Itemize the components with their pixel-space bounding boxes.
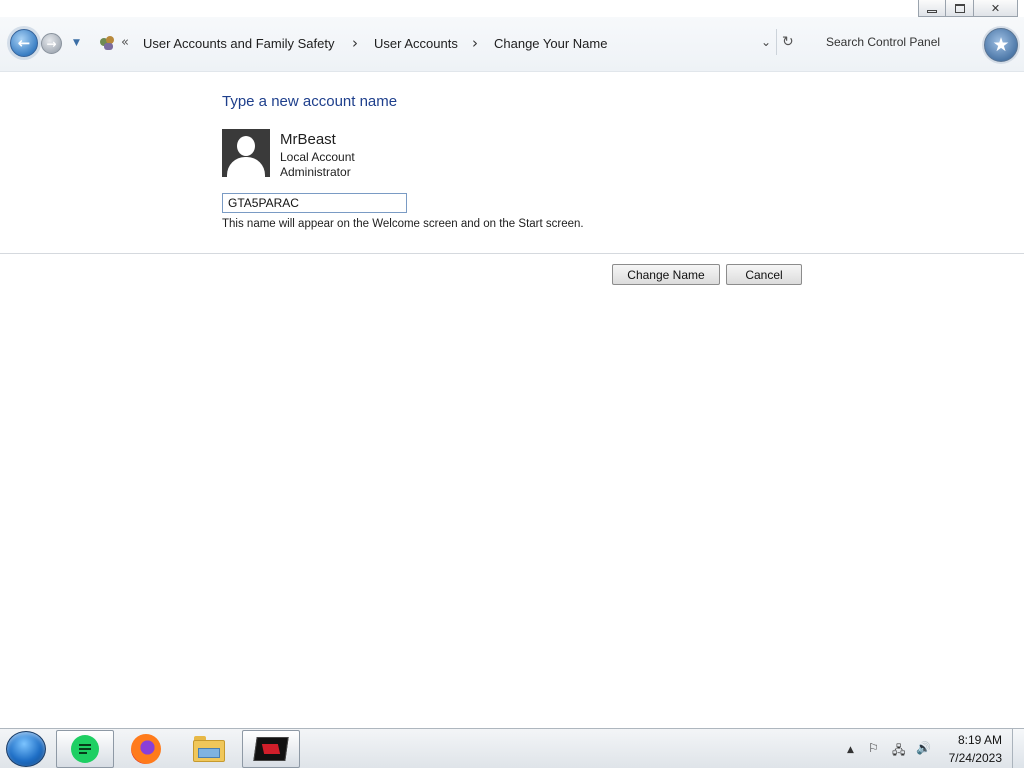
minimize-icon: [927, 9, 937, 13]
breadcrumb-user-accounts-and-family-safety[interactable]: User Accounts and Family Safety: [143, 36, 334, 51]
minimize-button[interactable]: [918, 0, 946, 17]
name-hint-text: This name will appear on the Welcome scr…: [222, 218, 584, 230]
notes-app-icon: [71, 735, 99, 763]
search-input[interactable]: [818, 29, 978, 55]
folder-icon: [193, 736, 225, 762]
new-account-name-input[interactable]: [222, 193, 407, 213]
game-app-icon: [253, 737, 289, 761]
network-icon[interactable]: 🖧: [892, 741, 905, 762]
search-button[interactable]: ★: [984, 28, 1018, 62]
recent-pages-button[interactable]: ▼: [73, 38, 80, 48]
clock-date[interactable]: 7/24/2023: [949, 751, 1002, 765]
change-name-button[interactable]: Change Name: [612, 264, 720, 285]
forward-arrow-icon: →: [46, 36, 57, 51]
account-type: Local Account: [280, 150, 355, 164]
address-dropdown-icon[interactable]: ⌄: [761, 35, 771, 49]
taskbar-notes-app[interactable]: [56, 730, 114, 768]
action-center-flag-icon[interactable]: ⚐: [868, 741, 879, 755]
navigation-bar: ← → ▼ « User Accounts and Family Safety …: [0, 17, 1024, 72]
show-desktop-button[interactable]: [1012, 729, 1024, 768]
show-hidden-icons-icon[interactable]: ▲: [847, 745, 854, 755]
restore-button[interactable]: [946, 0, 974, 17]
back-arrow-icon: ←: [17, 34, 31, 52]
taskbar-game-app[interactable]: [242, 730, 300, 768]
breadcrumb-separator-icon[interactable]: ›: [472, 34, 478, 52]
back-button[interactable]: ←: [10, 29, 38, 57]
start-button[interactable]: [6, 731, 46, 767]
user-silhouette-icon: [222, 129, 270, 177]
clock-time[interactable]: 8:19 AM: [958, 733, 1002, 747]
account-role: Administrator: [280, 165, 351, 179]
breadcrumb-user-accounts[interactable]: User Accounts: [374, 36, 458, 51]
firefox-icon: [131, 734, 161, 764]
account-name: MrBeast: [280, 131, 336, 148]
breadcrumb-change-your-name[interactable]: Change Your Name: [494, 36, 607, 51]
forward-button[interactable]: →: [41, 33, 62, 54]
address-divider: [776, 29, 777, 55]
control-panel-icon: [100, 36, 116, 50]
dropdown-arrow-icon: ▼: [73, 38, 80, 48]
close-icon: ✕: [990, 1, 1001, 15]
volume-icon[interactable]: 🔊: [916, 741, 931, 755]
restore-icon: [954, 3, 965, 13]
cancel-button[interactable]: Cancel: [726, 264, 802, 285]
taskbar-file-explorer[interactable]: [180, 730, 238, 768]
window-caption-buttons: ✕: [918, 0, 1018, 17]
refresh-icon[interactable]: ↻: [782, 34, 794, 50]
section-divider: [0, 253, 1024, 254]
overflow-chevron[interactable]: «: [121, 35, 129, 50]
close-button[interactable]: ✕: [974, 0, 1018, 17]
page-heading: Type a new account name: [222, 93, 398, 110]
breadcrumb-separator-icon[interactable]: ›: [352, 34, 358, 52]
taskbar-firefox[interactable]: [117, 730, 175, 768]
star-icon: ★: [992, 34, 1010, 56]
